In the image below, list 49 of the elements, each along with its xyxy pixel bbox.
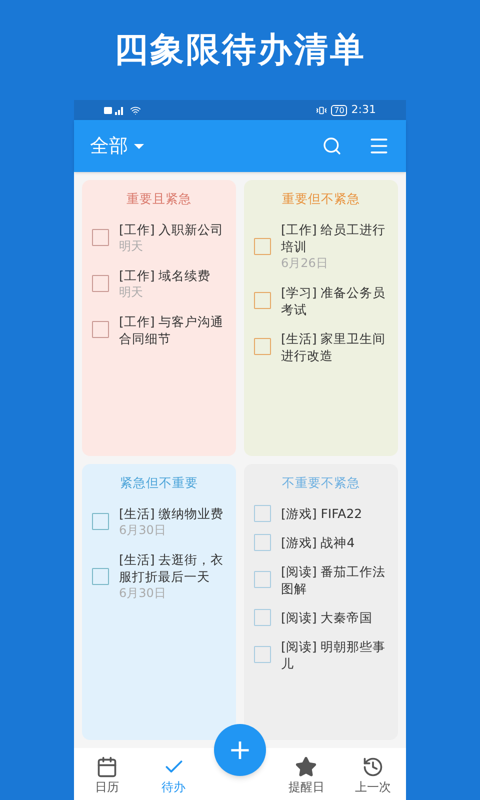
task-date: 明天 [119, 238, 144, 255]
task-text[interactable]: [生活] 家里卫生间进行改造 [281, 330, 388, 364]
vibrate-icon [316, 104, 328, 116]
task-date: 6月30日 [119, 584, 167, 602]
task-text[interactable]: [生活] 缴纳物业费 [119, 504, 224, 522]
task-text[interactable]: [工作] 入职新公司 [119, 220, 224, 238]
quadrant-title: 不重要不紧急 [281, 474, 361, 492]
checkbox[interactable] [254, 571, 271, 588]
signal-icon [104, 106, 126, 114]
clock: 2:31 [351, 102, 376, 118]
checkbox[interactable] [92, 321, 109, 338]
checkbox[interactable] [92, 513, 109, 530]
star-icon [295, 756, 318, 778]
checkbox[interactable] [92, 229, 109, 246]
checkbox[interactable] [254, 534, 271, 551]
task-text[interactable]: [游戏] FIFA22 [281, 504, 362, 522]
task-text[interactable]: [阅读] 番茄工作法图解 [281, 562, 388, 597]
nav-tab[interactable]: 日历 [74, 748, 140, 800]
checkbox[interactable] [254, 238, 271, 255]
quadrant-title: 重要且紧急 [126, 190, 192, 208]
task-text[interactable]: [工作] 与客户沟通合同细节 [119, 312, 226, 347]
checkbox[interactable] [254, 504, 271, 522]
checkbox[interactable] [254, 292, 271, 310]
task-text[interactable]: [生活] 去逛街，衣服打折最后一天 [119, 550, 226, 585]
wifi-icon [130, 104, 141, 116]
checkbox[interactable] [92, 568, 109, 585]
task-text[interactable]: [工作] 域名续费 [119, 266, 211, 284]
quadrant-title: 紧急但不重要 [119, 474, 199, 492]
nav-tab[interactable]: 提醒日 [273, 748, 340, 800]
caret-icon [134, 144, 144, 148]
battery-level: 70 [331, 104, 348, 116]
search-icon[interactable] [322, 136, 342, 156]
history-icon [362, 756, 384, 778]
task-text[interactable]: [游戏] 战神4 [281, 534, 355, 551]
promo-title: 四象限待办清单 [114, 29, 366, 72]
task-date: 6月26日 [281, 254, 329, 272]
checkbox[interactable] [254, 338, 271, 356]
task-text[interactable]: [阅读] 明朝那些事儿 [281, 638, 388, 672]
quadrant-title: 重要但不紧急 [281, 190, 361, 208]
checkbox[interactable] [254, 608, 271, 626]
task-text[interactable]: [阅读] 大秦帝国 [281, 608, 373, 626]
checkbox[interactable] [254, 646, 271, 664]
checkbox[interactable] [92, 275, 109, 292]
task-text[interactable]: [工作] 给员工进行培训 [281, 220, 388, 255]
calendar-icon [96, 756, 118, 778]
nav-tab[interactable]: 上一次 [340, 748, 406, 800]
task-date: 明天 [119, 284, 144, 301]
task-text[interactable]: [学习] 准备公务员考试 [281, 284, 388, 318]
task-date: 6月30日 [119, 522, 167, 539]
